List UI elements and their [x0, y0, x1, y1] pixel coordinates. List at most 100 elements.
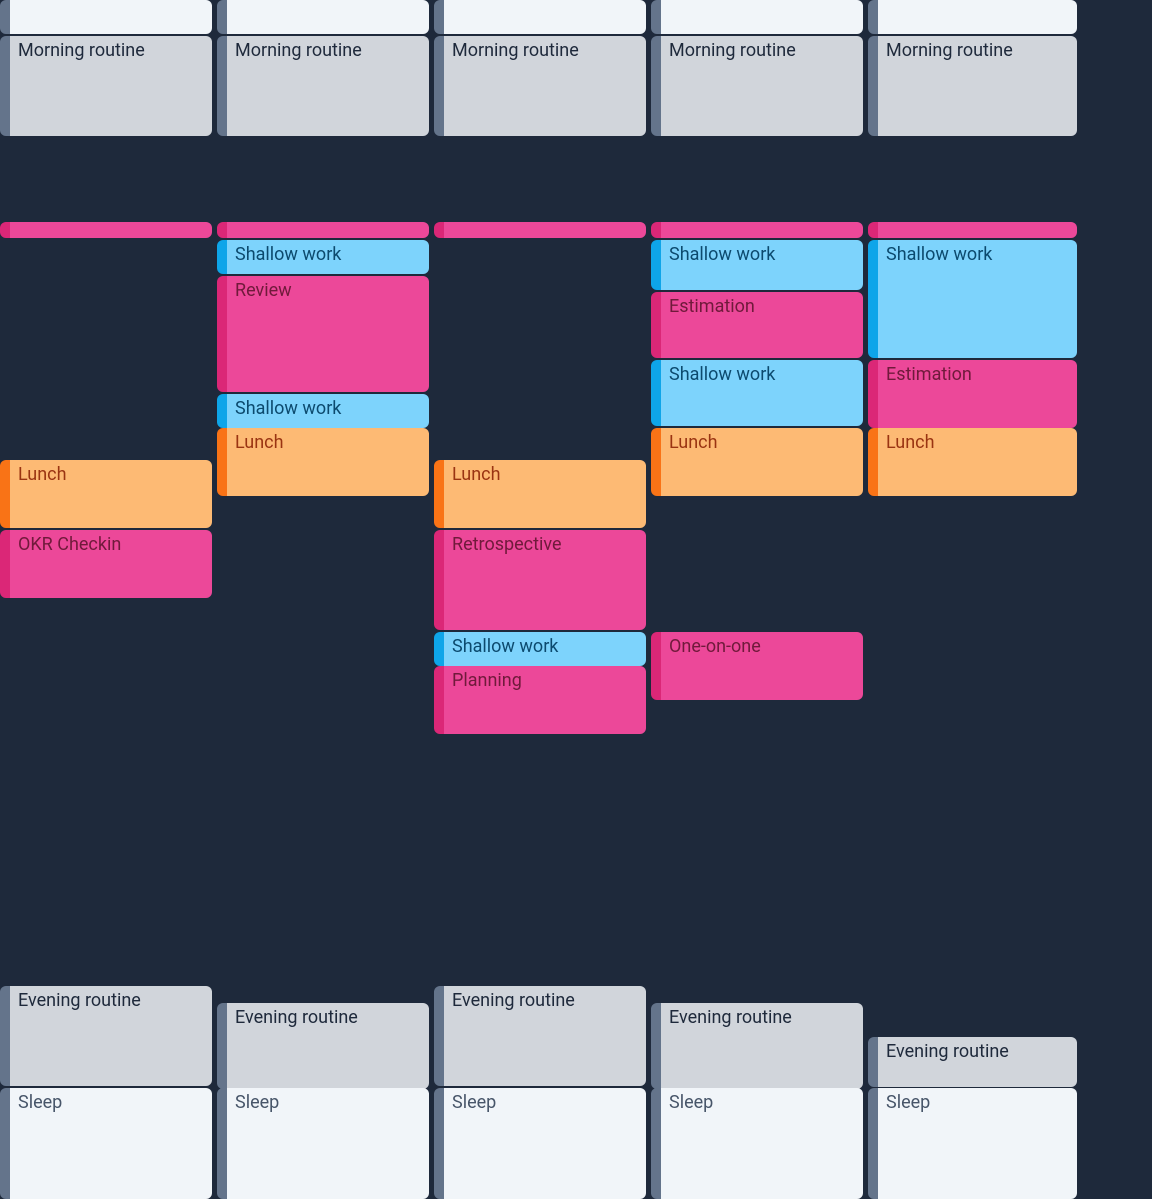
calendar-event[interactable]: Lunch [434, 460, 646, 528]
calendar-event[interactable] [0, 222, 212, 238]
event-label: Sleep [878, 1088, 1077, 1199]
calendar-event[interactable]: Lunch [868, 428, 1077, 496]
calendar-event[interactable]: Sleep [217, 1088, 429, 1199]
event-label: Lunch [661, 428, 863, 496]
calendar-event[interactable]: Planning [434, 666, 646, 734]
event-color-bar [0, 0, 10, 34]
event-label: Morning routine [444, 36, 646, 136]
event-color-bar [868, 1088, 878, 1199]
event-label [10, 222, 212, 238]
calendar-event[interactable]: Evening routine [651, 1003, 863, 1089]
event-label: Review [227, 276, 429, 392]
calendar-event[interactable]: Shallow work [651, 240, 863, 290]
event-label: Shallow work [227, 394, 429, 428]
calendar-event[interactable]: Lunch [217, 428, 429, 496]
event-label: Shallow work [661, 360, 863, 426]
calendar-event[interactable] [217, 222, 429, 238]
event-label [878, 222, 1077, 238]
event-color-bar [651, 428, 661, 496]
event-color-bar [651, 632, 661, 700]
event-label: Shallow work [661, 240, 863, 290]
calendar-event[interactable]: Sleep [651, 1088, 863, 1199]
event-color-bar [651, 0, 661, 34]
calendar-event[interactable] [868, 222, 1077, 238]
calendar-event[interactable]: Evening routine [217, 1003, 429, 1089]
calendar-event[interactable]: OKR Checkin [0, 530, 212, 598]
calendar-event[interactable]: Shallow work [217, 240, 429, 274]
event-color-bar [0, 530, 10, 598]
event-color-bar [217, 240, 227, 274]
event-color-bar [868, 36, 878, 136]
calendar-event[interactable]: Evening routine [434, 986, 646, 1086]
event-color-bar [434, 460, 444, 528]
event-label: Sleep [444, 1088, 646, 1199]
calendar-event[interactable]: Shallow work [217, 394, 429, 428]
calendar-event[interactable]: Sleep [0, 1088, 212, 1199]
event-label [661, 222, 863, 238]
calendar-event[interactable] [651, 0, 863, 34]
calendar-event[interactable]: Sleep [868, 1088, 1077, 1199]
event-label: Retrospective [444, 530, 646, 630]
calendar-event[interactable]: Evening routine [0, 986, 212, 1086]
calendar-event[interactable]: Morning routine [651, 36, 863, 136]
event-label: Evening routine [227, 1003, 429, 1089]
event-label: Lunch [227, 428, 429, 496]
calendar-event[interactable] [434, 222, 646, 238]
event-color-bar [868, 0, 878, 34]
event-label: Morning routine [878, 36, 1077, 136]
event-color-bar [0, 986, 10, 1086]
calendar-event[interactable]: Shallow work [651, 360, 863, 426]
calendar-event[interactable]: Evening routine [868, 1037, 1077, 1087]
calendar-event[interactable] [217, 0, 429, 34]
event-label [444, 0, 646, 34]
event-label [10, 0, 212, 34]
calendar-event[interactable]: Morning routine [868, 36, 1077, 136]
calendar-event[interactable]: One-on-one [651, 632, 863, 700]
event-color-bar [434, 530, 444, 630]
event-color-bar [651, 292, 661, 358]
event-color-bar [434, 0, 444, 34]
event-color-bar [0, 1088, 10, 1199]
calendar-event[interactable] [434, 0, 646, 34]
calendar-event[interactable]: Sleep [434, 1088, 646, 1199]
event-label: Evening routine [10, 986, 212, 1086]
event-color-bar [217, 1088, 227, 1199]
calendar-event[interactable] [651, 222, 863, 238]
calendar-event[interactable] [0, 0, 212, 34]
event-color-bar [651, 36, 661, 136]
event-label: Sleep [661, 1088, 863, 1199]
event-color-bar [434, 1088, 444, 1199]
calendar-event[interactable] [868, 0, 1077, 34]
event-color-bar [0, 460, 10, 528]
calendar-event[interactable]: Morning routine [434, 36, 646, 136]
event-color-bar [0, 222, 10, 238]
calendar-event[interactable]: Estimation [651, 292, 863, 358]
event-label: Evening routine [444, 986, 646, 1086]
event-label [661, 0, 863, 34]
event-color-bar [434, 222, 444, 238]
calendar-event[interactable]: Morning routine [0, 36, 212, 136]
calendar-event[interactable]: Review [217, 276, 429, 392]
calendar-event[interactable]: Shallow work [868, 240, 1077, 358]
event-label [444, 222, 646, 238]
event-color-bar [651, 240, 661, 290]
calendar-event[interactable]: Lunch [0, 460, 212, 528]
calendar-event[interactable]: Estimation [868, 360, 1077, 428]
event-label: OKR Checkin [10, 530, 212, 598]
event-label: Lunch [878, 428, 1077, 496]
event-color-bar [868, 222, 878, 238]
event-color-bar [217, 1003, 227, 1089]
calendar-event[interactable]: Lunch [651, 428, 863, 496]
event-label: Shallow work [444, 632, 646, 666]
calendar-event[interactable]: Shallow work [434, 632, 646, 666]
event-label: Shallow work [227, 240, 429, 274]
event-color-bar [434, 632, 444, 666]
event-label: One-on-one [661, 632, 863, 700]
calendar-event[interactable]: Retrospective [434, 530, 646, 630]
event-color-bar [868, 428, 878, 496]
event-color-bar [868, 360, 878, 428]
event-label: Estimation [878, 360, 1077, 428]
calendar-event[interactable]: Morning routine [217, 36, 429, 136]
event-label: Morning routine [10, 36, 212, 136]
event-label [878, 0, 1077, 34]
